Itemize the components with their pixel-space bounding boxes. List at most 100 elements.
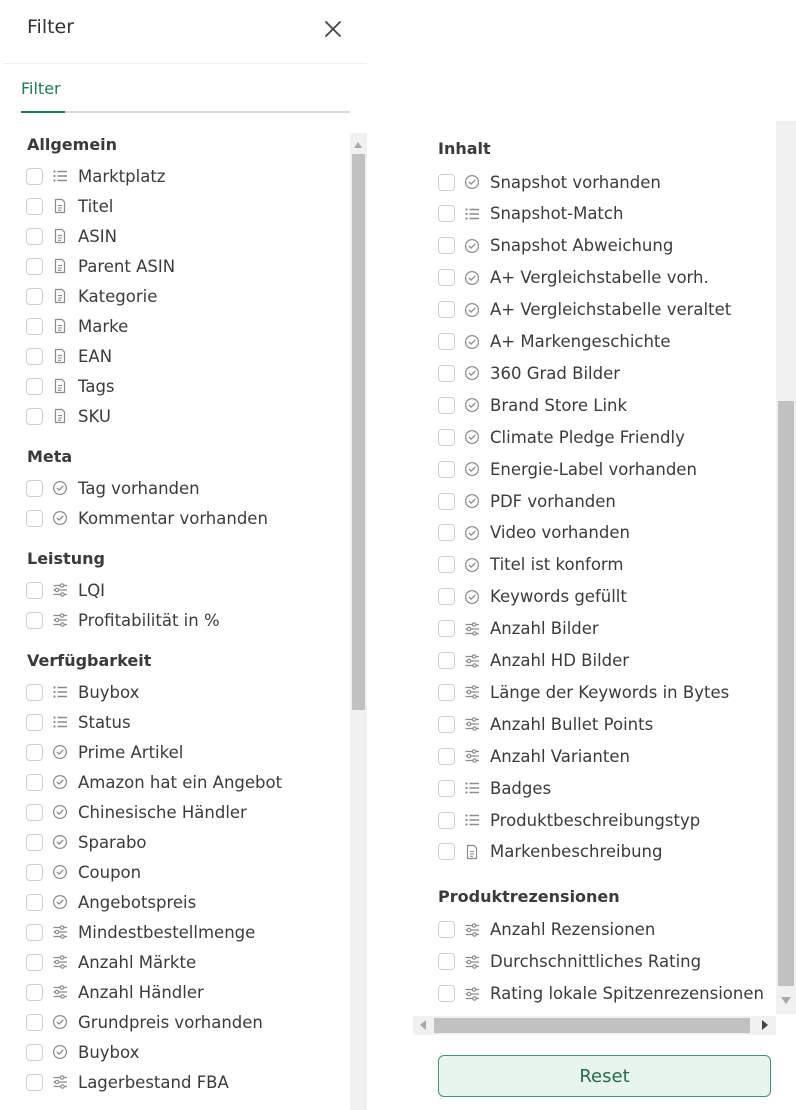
filter-item-sparabo[interactable]: Sparabo	[26, 831, 147, 853]
checkbox[interactable]	[438, 492, 455, 510]
left-scrollbar-thumb[interactable]	[352, 154, 365, 710]
filter-item-keywords-gefullt[interactable]: Keywords gefüllt	[438, 586, 627, 608]
filter-item-anzahl-varianten[interactable]: Anzahl Varianten	[438, 745, 630, 767]
checkbox[interactable]	[26, 317, 43, 335]
checkbox[interactable]	[438, 364, 455, 382]
checkbox[interactable]	[438, 173, 455, 191]
checkbox[interactable]	[26, 407, 43, 425]
checkbox[interactable]	[26, 1043, 43, 1061]
tab-filter[interactable]: Filter	[21, 79, 61, 98]
filter-item-anzahl-bullet-points[interactable]: Anzahl Bullet Points	[438, 713, 653, 735]
filter-item-a-markengeschichte[interactable]: A+ Markengeschichte	[438, 331, 671, 353]
filter-item-mindestbestellmenge[interactable]: Mindestbestellmenge	[26, 921, 255, 943]
filter-item-produktbeschreibungstyp[interactable]: Produktbeschreibungstyp	[438, 809, 700, 831]
checkbox[interactable]	[26, 257, 43, 275]
filter-item-buybox[interactable]: Buybox	[26, 681, 139, 703]
reset-button[interactable]: Reset	[438, 1055, 771, 1097]
filter-item-ean[interactable]: EAN	[26, 345, 112, 367]
filter-item-lagerbestand-fba[interactable]: Lagerbestand FBA	[26, 1071, 229, 1093]
close-icon[interactable]	[320, 16, 346, 42]
filter-item-coupon[interactable]: Coupon	[26, 861, 141, 883]
checkbox[interactable]	[26, 1073, 43, 1091]
checkbox[interactable]	[438, 953, 455, 971]
filter-item-profitabilitat-in[interactable]: Profitabilität in %	[26, 609, 220, 631]
checkbox[interactable]	[438, 460, 455, 478]
checkbox[interactable]	[26, 773, 43, 791]
checkbox[interactable]	[438, 428, 455, 446]
filter-item-markenbeschreibung[interactable]: Markenbeschreibung	[438, 841, 662, 863]
filter-item-anzahl-markte[interactable]: Anzahl Märkte	[26, 951, 196, 973]
right-scrollbar-thumb[interactable]	[778, 401, 794, 986]
filter-item-a-vergleichstabelle-vorh[interactable]: A+ Vergleichstabelle vorh.	[438, 267, 709, 289]
scroll-left-arrow-icon[interactable]	[420, 1020, 426, 1030]
filter-item-marktplatz[interactable]: Marktplatz	[26, 165, 165, 187]
filter-item-rating-lokale-spitzenrezensionen[interactable]: Rating lokale Spitzenrezensionen	[438, 983, 764, 1005]
filter-item-snapshot-abweichung[interactable]: Snapshot Abweichung	[438, 235, 673, 257]
filter-item-360-grad-bilder[interactable]: 360 Grad Bilder	[438, 362, 620, 384]
filter-item-chinesische-handler[interactable]: Chinesische Händler	[26, 801, 247, 823]
filter-item-video-vorhanden[interactable]: Video vorhanden	[438, 522, 630, 544]
filter-item-energie-label-vorhanden[interactable]: Energie-Label vorhanden	[438, 458, 697, 480]
checkbox[interactable]	[26, 479, 43, 497]
filter-item-status[interactable]: Status	[26, 711, 131, 733]
filter-item-marke[interactable]: Marke	[26, 315, 128, 337]
checkbox[interactable]	[26, 227, 43, 245]
checkbox[interactable]	[26, 581, 43, 599]
filter-item-titel-ist-konform[interactable]: Titel ist konform	[438, 554, 624, 576]
filter-item-asin[interactable]: ASIN	[26, 225, 117, 247]
horizontal-scrollbar-thumb[interactable]	[434, 1018, 750, 1033]
filter-item-parent-asin[interactable]: Parent ASIN	[26, 255, 175, 277]
checkbox[interactable]	[26, 863, 43, 881]
checkbox[interactable]	[438, 556, 455, 574]
filter-item-sku[interactable]: SKU	[26, 405, 111, 427]
filter-item-kommentar-vorhanden[interactable]: Kommentar vorhanden	[26, 507, 268, 529]
scroll-up-arrow-icon[interactable]	[354, 142, 362, 148]
checkbox[interactable]	[26, 803, 43, 821]
checkbox[interactable]	[26, 1013, 43, 1031]
filter-item-anzahl-handler[interactable]: Anzahl Händler	[26, 981, 204, 1003]
filter-item-pdf-vorhanden[interactable]: PDF vorhanden	[438, 490, 616, 512]
filter-item-buybox[interactable]: Buybox	[26, 1041, 139, 1063]
filter-item-snapshot-vorhanden[interactable]: Snapshot vorhanden	[438, 171, 661, 193]
checkbox[interactable]	[26, 893, 43, 911]
checkbox[interactable]	[26, 983, 43, 1001]
checkbox[interactable]	[438, 333, 455, 350]
checkbox[interactable]	[26, 833, 43, 851]
scroll-down-arrow-icon[interactable]	[781, 997, 791, 1004]
filter-item-lqi[interactable]: LQI	[26, 579, 105, 601]
filter-item-lange-der-keywords-in-bytes[interactable]: Länge der Keywords in Bytes	[438, 681, 729, 703]
checkbox[interactable]	[26, 347, 43, 365]
filter-item-anzahl-hd-bilder[interactable]: Anzahl HD Bilder	[438, 650, 629, 672]
filter-item-anzahl-bilder[interactable]: Anzahl Bilder	[438, 618, 599, 640]
filter-item-prime-artikel[interactable]: Prime Artikel	[26, 741, 183, 763]
checkbox[interactable]	[438, 269, 455, 287]
filter-item-grundpreis-vorhanden[interactable]: Grundpreis vorhanden	[26, 1011, 263, 1033]
checkbox[interactable]	[26, 683, 43, 701]
checkbox[interactable]	[26, 953, 43, 971]
checkbox[interactable]	[438, 683, 455, 701]
filter-item-badges[interactable]: Badges	[438, 777, 551, 799]
checkbox[interactable]	[438, 205, 455, 223]
checkbox[interactable]	[438, 843, 455, 861]
checkbox[interactable]	[438, 588, 455, 606]
checkbox[interactable]	[26, 167, 43, 185]
scroll-right-arrow-icon[interactable]	[762, 1020, 768, 1030]
filter-item-anzahl-rezensionen[interactable]: Anzahl Rezensionen	[438, 919, 655, 941]
filter-item-tags[interactable]: Tags	[26, 375, 115, 397]
filter-item-titel[interactable]: Titel	[26, 195, 113, 217]
checkbox[interactable]	[438, 396, 455, 414]
filter-item-snapshot-match[interactable]: Snapshot-Match	[438, 203, 623, 225]
filter-item-tag-vorhanden[interactable]: Tag vorhanden	[26, 477, 200, 499]
checkbox[interactable]	[26, 287, 43, 305]
checkbox[interactable]	[438, 921, 455, 939]
checkbox[interactable]	[26, 377, 43, 395]
filter-item-kategorie[interactable]: Kategorie	[26, 285, 157, 307]
checkbox[interactable]	[438, 652, 455, 669]
checkbox[interactable]	[438, 715, 455, 733]
checkbox[interactable]	[438, 779, 455, 797]
checkbox[interactable]	[26, 197, 43, 215]
checkbox[interactable]	[26, 611, 43, 629]
filter-item-amazon-hat-ein-angebot[interactable]: Amazon hat ein Angebot	[26, 771, 282, 793]
checkbox[interactable]	[26, 713, 43, 731]
filter-item-durchschnittliches-rating[interactable]: Durchschnittliches Rating	[438, 951, 701, 973]
